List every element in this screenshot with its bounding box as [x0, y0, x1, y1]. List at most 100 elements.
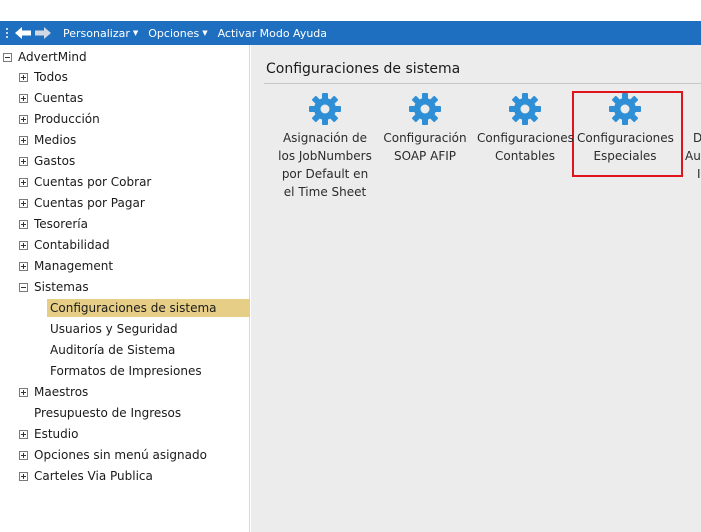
tree-item-label: Tesorería	[34, 217, 88, 231]
tree-item[interactable]: Medios	[19, 131, 76, 149]
config-card-label: Configuración SOAP AFIP	[377, 129, 473, 165]
cut-off-config-card[interactable]: D Aut I	[679, 129, 701, 183]
gear-icon	[509, 93, 541, 125]
expand-icon[interactable]	[19, 72, 28, 82]
menu-activar-modo-ayuda[interactable]: Activar Modo Ayuda	[213, 27, 332, 40]
expand-icon[interactable]	[19, 198, 28, 208]
expand-icon[interactable]	[19, 471, 28, 481]
tree-item[interactable]: Auditoría de Sistema	[47, 341, 175, 359]
tree-item-label: Presupuesto de Ingresos	[34, 406, 182, 420]
menu-label: Personalizar	[63, 26, 130, 40]
tree-item-label: Management	[34, 259, 114, 273]
tree-item-label: Estudio	[34, 427, 79, 441]
tree-item[interactable]: Contabilidad	[19, 236, 110, 254]
expand-icon[interactable]	[19, 240, 28, 250]
expand-icon[interactable]	[19, 114, 28, 124]
expand-icon[interactable]	[19, 93, 28, 103]
expand-icon[interactable]	[19, 219, 28, 229]
config-card-label: Configuraciones Especiales	[577, 129, 674, 165]
menu-opciones[interactable]: Opciones ▼	[143, 27, 212, 40]
tree-item[interactable]: Cuentas por Cobrar	[19, 173, 151, 191]
tree-item[interactable]: Maestros	[19, 383, 88, 401]
config-card-label-line: el Time Sheet	[283, 185, 367, 199]
tree-item-label: Medios	[34, 133, 77, 147]
tree-item[interactable]: Sistemas	[19, 278, 89, 296]
tree-item[interactable]: Tesorería	[19, 215, 88, 233]
tree-item[interactable]: Formatos de Impresiones	[47, 362, 202, 380]
config-card[interactable]: Configuración SOAP AFIP	[377, 91, 473, 211]
title-divider	[264, 83, 701, 84]
navigation-tree: AdvertMind Todos Cuentas Producción Medios G…	[0, 45, 250, 532]
expand-icon[interactable]	[19, 156, 28, 166]
tree-item-label: Producción	[34, 112, 100, 126]
tree-item[interactable]: Estudio	[19, 425, 78, 443]
menu-label: Activar Modo Ayuda	[217, 26, 328, 40]
main-panel: Configuraciones de sistema D Aut I Asignac…	[251, 45, 701, 532]
collapse-icon[interactable]	[19, 282, 28, 292]
tree-item-label: Carteles Via Publica	[34, 469, 153, 483]
gear-icon	[409, 93, 441, 125]
config-card-label-line: los JobNumbers	[278, 149, 372, 163]
expand-icon[interactable]	[19, 177, 28, 187]
expand-icon[interactable]	[19, 429, 28, 439]
tree-item[interactable]: Usuarios y Seguridad	[47, 320, 178, 338]
collapse-icon[interactable]	[3, 52, 12, 62]
tree-item-label: Configuraciones de sistema	[50, 301, 217, 315]
tree-item[interactable]: Producción	[19, 110, 100, 128]
tree-item[interactable]: Gastos	[19, 152, 75, 170]
gear-icon	[309, 93, 341, 125]
expand-icon[interactable]	[19, 135, 28, 145]
tree-root[interactable]: AdvertMind	[3, 49, 87, 65]
tree-item-label: Gastos	[34, 154, 76, 168]
config-card-label-line: Configuraciones	[577, 131, 674, 145]
tree-item[interactable]: Management	[19, 257, 113, 275]
expand-icon[interactable]	[19, 261, 28, 271]
tree-item[interactable]: Cuentas	[19, 89, 83, 107]
tree-item-label: Cuentas por Pagar	[34, 196, 145, 210]
tree-root-label: AdvertMind	[18, 50, 87, 64]
config-card-label: Asignación de los JobNumbers por Default e…	[277, 129, 373, 201]
toolbar-grip[interactable]	[5, 27, 9, 39]
tree-item[interactable]: Cuentas por Pagar	[19, 194, 145, 212]
config-card-label-line: Asignación de	[282, 131, 368, 145]
tree-item[interactable]: Opciones sin menú asignado	[19, 446, 207, 464]
tree-item-label: Opciones sin menú asignado	[34, 448, 207, 462]
tree-item-label: Todos	[34, 70, 68, 84]
menu-label: Opciones	[148, 26, 200, 40]
gear-icon	[609, 93, 641, 125]
tree-item-label: Maestros	[34, 385, 89, 399]
tree-item[interactable]: Todos	[19, 68, 68, 86]
config-card[interactable]: Asignación de los JobNumbers por Default e…	[277, 91, 373, 211]
tree-item[interactable]: Carteles Via Publica	[19, 467, 153, 485]
config-card-label: Configuraciones Contables	[477, 129, 574, 165]
forward-arrow-icon[interactable]	[34, 25, 52, 41]
tree-item-label: Contabilidad	[34, 238, 110, 252]
page-title: Configuraciones de sistema	[266, 61, 461, 77]
config-card-label-line: por Default en	[281, 167, 369, 181]
tree-item[interactable]: Configuraciones de sistema	[47, 299, 250, 317]
expand-icon[interactable]	[19, 387, 28, 397]
tree-item-label: Cuentas	[34, 91, 84, 105]
config-card-label-line: Configuración	[383, 131, 467, 145]
tree-item-label: Usuarios y Seguridad	[50, 322, 178, 336]
expand-icon[interactable]	[19, 450, 28, 460]
tree-item-label: Sistemas	[34, 280, 89, 294]
config-card-label-line: Especiales	[593, 149, 657, 163]
toolbar-menu: Personalizar ▼ Opciones ▼ Activar Modo Ayuda	[58, 27, 332, 40]
tree-item-label: Formatos de Impresiones	[50, 364, 202, 378]
config-card[interactable]: Configuraciones Especiales	[577, 91, 674, 211]
menu-personalizar[interactable]: Personalizar ▼	[58, 27, 143, 40]
config-card-label-line: Configuraciones	[477, 131, 574, 145]
top-toolbar: Personalizar ▼ Opciones ▼ Activar Modo Ayuda	[0, 21, 701, 45]
config-card-label-line: SOAP AFIP	[394, 149, 456, 163]
cut-off-card-label-line: D	[693, 131, 701, 145]
back-arrow-icon[interactable]	[14, 25, 32, 41]
cut-off-card-label-line: I	[697, 167, 701, 181]
tree-item-label: Auditoría de Sistema	[50, 343, 176, 357]
config-card[interactable]: Configuraciones Contables	[477, 91, 574, 211]
tree-item[interactable]: Presupuesto de Ingresos	[31, 404, 181, 422]
config-card-label-line: Contables	[495, 149, 555, 163]
caret-down-icon: ▼	[202, 29, 208, 37]
tree-item-label: Cuentas por Cobrar	[34, 175, 152, 189]
caret-down-icon: ▼	[132, 29, 139, 37]
